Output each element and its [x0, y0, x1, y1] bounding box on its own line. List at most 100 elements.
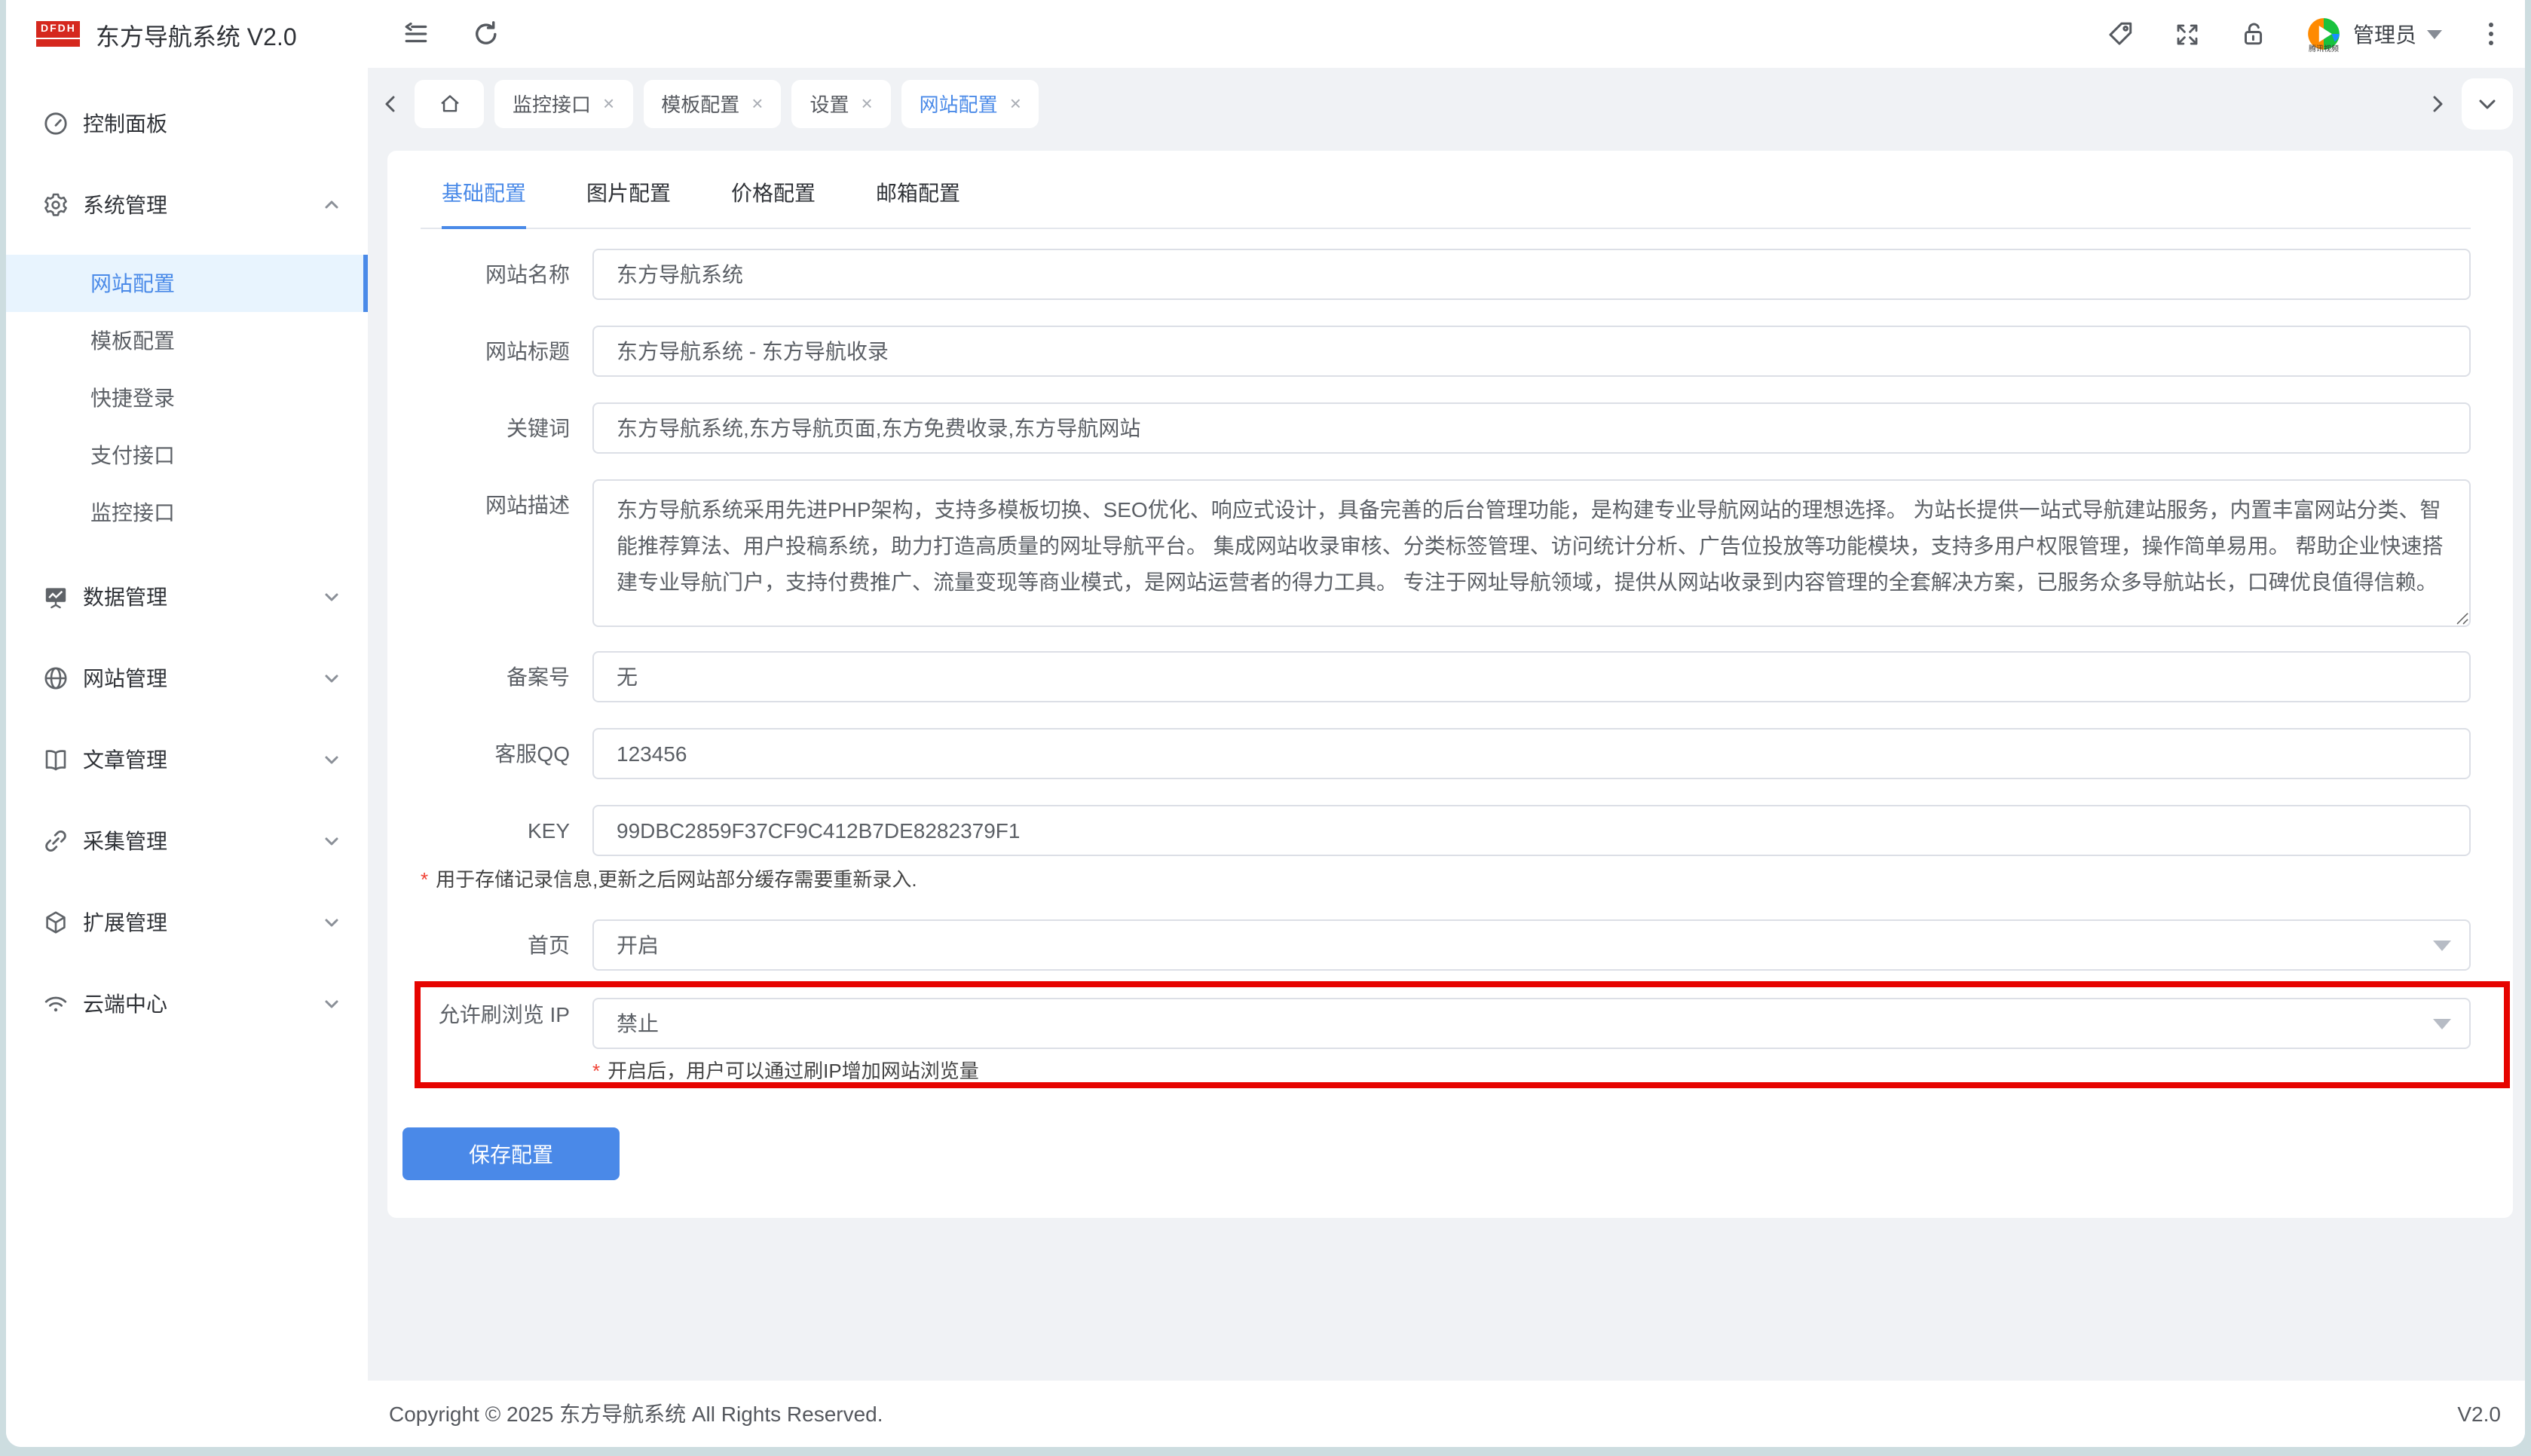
form-row: KEY	[421, 805, 2471, 856]
icp-label: 备案号	[421, 651, 592, 702]
form-row: 网站描述 东方导航系统采用先进PHP架构，支持多模板切换、SEO优化、响应式设计…	[421, 479, 2471, 627]
tab-template-config[interactable]: 模板配置 ×	[643, 79, 781, 127]
sidebar-item-quick-login[interactable]: 快捷登录	[6, 369, 368, 427]
basic-config-form: 网站名称 网站标题 关键词 网站描述 东方导航系统采用先进PHP架构，支持多模板…	[421, 249, 2471, 1180]
sidebar-menu: 控制面板 系统管理 网站配置 模板配置 快捷登录 支付接口	[6, 68, 368, 1035]
version-text: V2.0	[2457, 1402, 2501, 1426]
homepage-select[interactable]: 开启	[592, 919, 2471, 971]
sidebar-item-label: 数据管理	[83, 582, 167, 612]
app-window: DFDH 东方导航系统 V2.0	[6, 0, 2525, 1447]
select-caret-icon	[2433, 941, 2451, 951]
sidebar-item-cloud[interactable]: 云端中心	[6, 972, 368, 1035]
open-tabs-bar: 监控接口 × 模板配置 × 设置 × 网站配置 ×	[368, 68, 2525, 139]
keywords-input[interactable]	[592, 402, 2471, 454]
gear-icon	[42, 191, 69, 219]
wifi-icon	[42, 990, 69, 1017]
close-icon[interactable]: ×	[603, 93, 614, 113]
site-title-input[interactable]	[592, 326, 2471, 377]
tabs-actions-dropdown[interactable]	[2462, 78, 2513, 129]
required-mark: *	[421, 868, 428, 891]
content-card: 基础配置 图片配置 价格配置 邮箱配置 网站名称 网站标题 关键词	[387, 151, 2513, 1218]
home-icon	[436, 90, 462, 116]
sidebar-item-article[interactable]: 文章管理	[6, 728, 368, 791]
kebab-menu-icon[interactable]	[2480, 23, 2501, 45]
sidebar-item-label: 采集管理	[83, 826, 167, 856]
form-row: 备案号	[421, 651, 2471, 702]
chevron-down-icon	[2427, 29, 2442, 38]
chevron-down-icon	[323, 913, 341, 931]
user-menu[interactable]: 腾讯视频 管理员	[2305, 15, 2442, 53]
allow-refresh-ip-select[interactable]: 禁止	[592, 998, 2471, 1049]
sidebar-item-collect[interactable]: 采集管理	[6, 809, 368, 873]
sidebar-item-site-config[interactable]: 网站配置	[6, 255, 368, 312]
key-input[interactable]	[592, 805, 2471, 856]
sidebar-collapse-icon[interactable]	[401, 20, 430, 48]
sidebar-item-data[interactable]: 数据管理	[6, 565, 368, 629]
chevron-down-icon	[323, 995, 341, 1013]
cube-icon	[42, 909, 69, 936]
brand-logo-icon: DFDH	[36, 21, 81, 47]
header-left-actions	[401, 20, 500, 48]
sidebar-item-label: 控制面板	[83, 109, 167, 139]
link-icon	[42, 827, 69, 855]
chevron-down-icon	[323, 751, 341, 769]
sidebar-item-website[interactable]: 网站管理	[6, 647, 368, 710]
avatar: 腾讯视频	[2305, 15, 2343, 53]
chart-board-icon	[42, 583, 69, 610]
sidebar-item-system[interactable]: 系统管理	[6, 173, 368, 237]
tag-icon[interactable]	[2106, 20, 2135, 48]
tab-basic-config[interactable]: 基础配置	[442, 178, 526, 228]
icp-input[interactable]	[592, 651, 2471, 702]
close-icon[interactable]: ×	[751, 93, 763, 113]
user-name: 管理员	[2353, 19, 2416, 49]
header: DFDH 东方导航系统 V2.0	[6, 0, 2525, 68]
save-config-button[interactable]: 保存配置	[402, 1127, 620, 1180]
form-row: 关键词	[421, 402, 2471, 454]
description-textarea[interactable]: 东方导航系统采用先进PHP架构，支持多模板切换、SEO优化、响应式设计，具备完善…	[592, 479, 2471, 627]
sidebar-item-payment-api[interactable]: 支付接口	[6, 427, 368, 484]
tab-monitor-api[interactable]: 监控接口 ×	[494, 79, 632, 127]
tab-settings[interactable]: 设置 ×	[791, 79, 890, 127]
sidebar-item-label: 文章管理	[83, 745, 167, 775]
footer: Copyright © 2025 东方导航系统 All Rights Reser…	[368, 1381, 2525, 1447]
site-name-input[interactable]	[592, 249, 2471, 300]
sidebar-item-label: 云端中心	[83, 989, 167, 1019]
sidebar-item-template-config[interactable]: 模板配置	[6, 312, 368, 369]
qq-input[interactable]	[592, 728, 2471, 779]
tab-image-config[interactable]: 图片配置	[586, 178, 671, 228]
lock-icon[interactable]	[2239, 20, 2267, 48]
close-icon[interactable]: ×	[861, 93, 872, 113]
fullscreen-icon[interactable]	[2172, 20, 2201, 48]
app-title: 东方导航系统 V2.0	[96, 16, 297, 52]
header-right-actions: 腾讯视频 管理员	[2106, 15, 2525, 53]
form-row: 首页 开启	[421, 919, 2471, 971]
qq-label: 客服QQ	[421, 728, 592, 779]
key-note: *用于存储记录信息,更新之后网站部分缓存需要重新录入.	[421, 868, 2471, 891]
viewport: DFDH 东方导航系统 V2.0	[0, 0, 2531, 1456]
sidebar-item-label: 系统管理	[83, 190, 167, 220]
form-row: 网站名称	[421, 249, 2471, 300]
sidebar-item-extension[interactable]: 扩展管理	[6, 891, 368, 954]
save-row: 保存配置	[421, 1127, 2471, 1180]
homepage-label: 首页	[421, 919, 592, 971]
globe-icon	[42, 665, 69, 692]
tab-email-config[interactable]: 邮箱配置	[876, 178, 960, 228]
tab-home[interactable]	[415, 79, 484, 127]
brand: DFDH 东方导航系统 V2.0	[6, 16, 362, 52]
required-mark: *	[592, 1060, 600, 1082]
keywords-label: 关键词	[421, 402, 592, 454]
sidebar-item-label: 网站管理	[83, 663, 167, 693]
brand-logo-text: DFDH	[36, 21, 81, 38]
tab-price-config[interactable]: 价格配置	[731, 178, 816, 228]
site-title-label: 网站标题	[421, 326, 592, 377]
sidebar: 控制面板 系统管理 网站配置 模板配置 快捷登录 支付接口	[6, 68, 368, 1447]
sidebar-item-dashboard[interactable]: 控制面板	[6, 92, 368, 155]
tabs-scroll-right-icon[interactable]	[2424, 90, 2451, 117]
tab-site-config[interactable]: 网站配置 ×	[901, 79, 1039, 127]
allow-refresh-ip-note: *开启后，用户可以通过刷IP增加网站浏览量	[592, 1060, 2471, 1082]
close-icon[interactable]: ×	[1010, 93, 1021, 113]
sidebar-item-monitor-api[interactable]: 监控接口	[6, 484, 368, 541]
refresh-icon[interactable]	[472, 20, 500, 48]
tabs-scroll-left-icon[interactable]	[377, 90, 404, 117]
main-area: 监控接口 × 模板配置 × 设置 × 网站配置 ×	[368, 68, 2525, 1447]
